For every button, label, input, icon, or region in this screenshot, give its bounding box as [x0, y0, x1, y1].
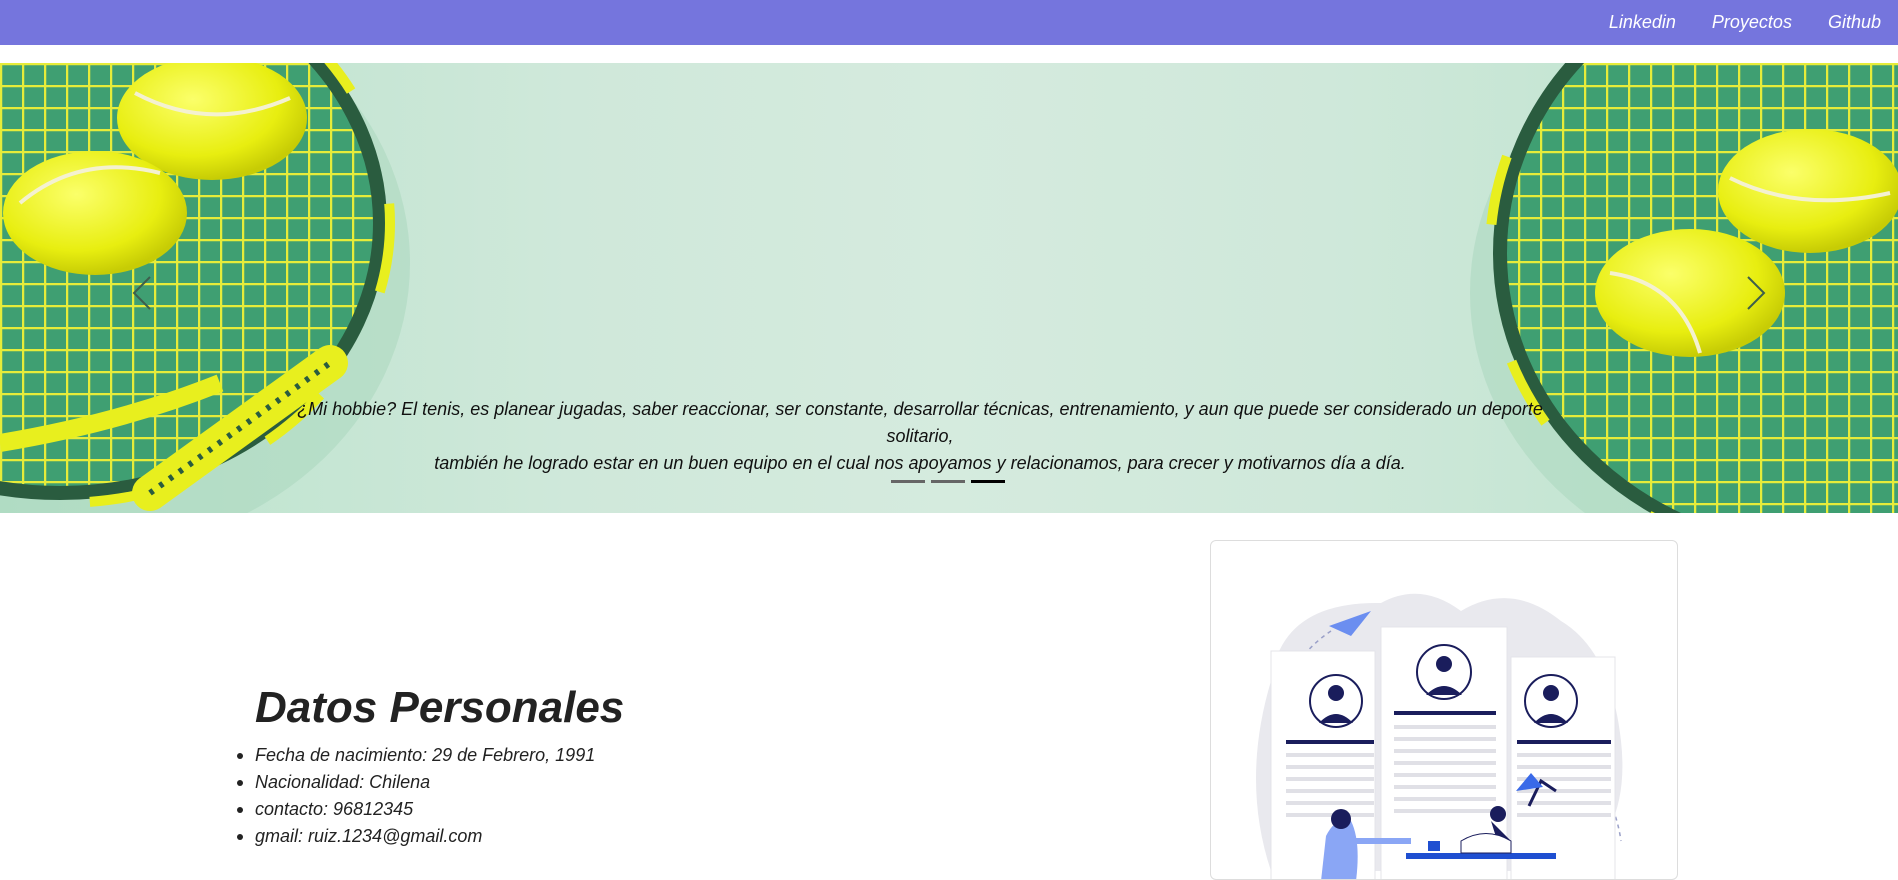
carousel-indicators	[891, 480, 1005, 483]
list-item-birthdate: Fecha de nacimiento: 29 de Febrero, 1991	[236, 742, 624, 769]
resume-team-illustration	[1256, 593, 1623, 879]
caption-line-2: también he logrado estar en un buen equi…	[434, 453, 1406, 473]
list-item-nationality: Nacionalidad: Chilena	[236, 769, 624, 796]
chevron-right-icon	[1747, 276, 1766, 310]
indicator-slide-1[interactable]	[891, 480, 925, 483]
caption-line-1: ¿Mi hobbie? El tenis, es planear jugadas…	[297, 399, 1543, 446]
carousel-caption: ¿Mi hobbie? El tenis, es planear jugadas…	[280, 396, 1560, 477]
top-navbar: Linkedin Proyectos Github	[0, 0, 1898, 45]
carousel-next-button[interactable]	[1726, 263, 1786, 323]
personal-data-title: Datos Personales	[255, 683, 625, 732]
indicator-slide-3[interactable]	[971, 480, 1005, 483]
illustration-card	[1210, 540, 1678, 880]
list-item-email: gmail: ruiz.1234@gmail.com	[236, 823, 624, 850]
list-item-contact: contacto: 96812345	[236, 796, 624, 823]
carousel-prev-button[interactable]	[112, 263, 172, 323]
tennis-ball	[1718, 129, 1898, 253]
indicator-slide-2[interactable]	[931, 480, 965, 483]
nav-link-github[interactable]: Github	[1828, 12, 1881, 33]
nav-link-linkedin[interactable]: Linkedin	[1609, 12, 1676, 33]
personal-data-section: Datos Personales Fecha de nacimiento: 29…	[236, 676, 625, 850]
hobby-carousel: ¿Mi hobbie? El tenis, es planear jugadas…	[0, 63, 1898, 513]
personal-data-list: Fecha de nacimiento: 29 de Febrero, 1991…	[236, 742, 624, 850]
nav-link-proyectos[interactable]: Proyectos	[1712, 12, 1792, 33]
chevron-left-icon	[132, 276, 151, 310]
